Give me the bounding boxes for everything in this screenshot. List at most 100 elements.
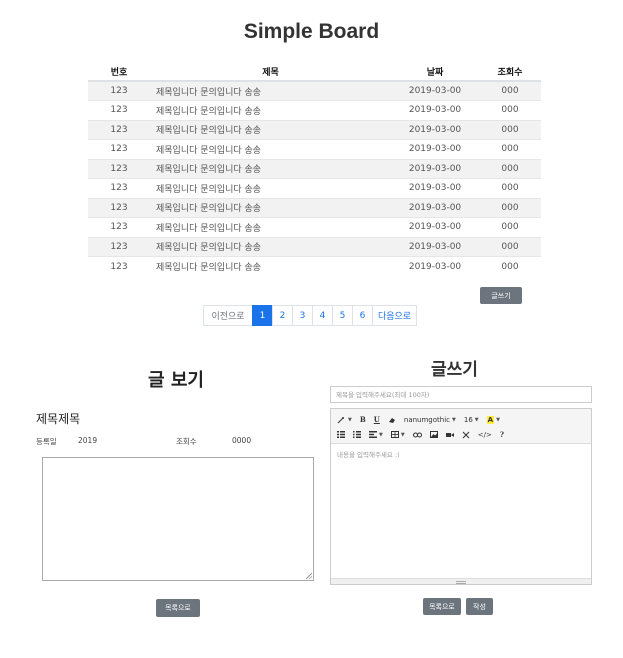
resize-grip-icon[interactable]	[306, 573, 312, 579]
help-icon: ?	[499, 430, 504, 439]
cell-no: 123	[88, 236, 150, 257]
next-page-button[interactable]: 다음으로	[372, 305, 417, 326]
editor-toolbar: ▼ B U nanumgothic ▼ 16 ▼ A ▼ ▼ ▼ </> ?	[331, 409, 591, 444]
unordered-list-button[interactable]	[337, 431, 345, 438]
paragraph-align-dropdown[interactable]: ▼	[369, 431, 383, 438]
code-view-icon: </>	[477, 430, 492, 439]
cell-title[interactable]: 제목입니다 문의입니다 송송	[150, 80, 391, 101]
font-size-label: 16	[463, 415, 473, 424]
cell-title[interactable]: 제목입니다 문의입니다 송송	[150, 100, 391, 120]
cell-date: 2019-03-00	[391, 236, 479, 257]
prev-page-button[interactable]: 이전으로	[203, 305, 253, 326]
views-value: 0000	[232, 436, 252, 445]
write-heading: 글쓰기	[431, 360, 478, 380]
cell-title[interactable]: 제목입니다 문의입니다 송송	[150, 178, 391, 198]
subject-input[interactable]	[330, 386, 592, 403]
table-row[interactable]: 123 제목입니다 문의입니다 송송 2019-03-00 000	[88, 100, 541, 120]
column-header-views: 조회수	[479, 62, 541, 82]
write-back-to-list-button[interactable]: 목록으로	[423, 598, 461, 615]
cell-date: 2019-03-00	[391, 158, 479, 179]
bold-button[interactable]: B	[360, 415, 366, 424]
table-row[interactable]: 123 제목입니다 문의입니다 송송 2019-03-00 000	[88, 217, 541, 237]
submit-post-button[interactable]: 작성	[466, 598, 493, 615]
cell-no: 123	[88, 100, 150, 120]
highlight-color-button[interactable]: A ▼	[486, 415, 500, 424]
post-subject: 제목제목	[36, 412, 81, 426]
cell-title[interactable]: 제목입니다 문의입니다 송송	[150, 236, 391, 257]
editor-resize-bar[interactable]	[331, 578, 591, 584]
link-icon	[412, 432, 422, 437]
post-content-textarea[interactable]	[42, 457, 314, 581]
page-button-3[interactable]: 3	[292, 305, 313, 326]
image-icon	[429, 431, 438, 438]
page-button-6[interactable]: 6	[352, 305, 373, 326]
cell-no: 123	[88, 178, 150, 198]
table-row[interactable]: 123 제목입니다 문의입니다 송송 2019-03-00 000	[88, 119, 541, 140]
table-row[interactable]: 123 제목입니다 문의입니다 송송 2019-03-00 000	[88, 139, 541, 159]
insert-link-button[interactable]	[412, 432, 422, 438]
cell-date: 2019-03-00	[391, 197, 479, 218]
cell-title[interactable]: 제목입니다 문의입니다 송송	[150, 256, 391, 276]
cell-no: 123	[88, 139, 150, 159]
help-button[interactable]: ?	[500, 430, 504, 439]
date-value: 2019	[78, 436, 98, 445]
view-heading: 글 보기	[148, 370, 204, 391]
back-to-list-button[interactable]: 목록으로	[156, 599, 200, 617]
ordered-list-button[interactable]	[353, 431, 361, 438]
table-row[interactable]: 123 제목입니다 문의입니다 송송 2019-03-00 000	[88, 197, 541, 218]
cell-views: 000	[479, 80, 541, 101]
board-title: Simple Board	[243, 20, 380, 43]
cell-date: 2019-03-00	[391, 178, 479, 198]
table-row[interactable]: 123 제목입니다 문의입니다 송송 2019-03-00 000	[88, 80, 541, 101]
cell-title[interactable]: 제목입니다 문의입니다 송송	[150, 217, 391, 237]
font-size-dropdown[interactable]: 16 ▼	[464, 416, 479, 424]
font-name-dropdown[interactable]: nanumgothic ▼	[404, 416, 456, 424]
cell-views: 000	[479, 119, 541, 140]
underline-icon: U	[373, 415, 380, 424]
cell-date: 2019-03-00	[391, 100, 479, 120]
highlight-icon: A	[486, 415, 495, 424]
underline-button[interactable]: U	[374, 415, 380, 424]
cell-date: 2019-03-00	[391, 80, 479, 101]
cell-title[interactable]: 제목입니다 문의입니다 송송	[150, 158, 391, 179]
code-view-button[interactable]: </>	[478, 431, 492, 439]
cell-date: 2019-03-00	[391, 139, 479, 159]
pagination: 이전으로 1 2 3 4 5 6 다음으로	[203, 305, 417, 326]
table-row[interactable]: 123 제목입니다 문의입니다 송송 2019-03-00 000	[88, 178, 541, 198]
page-button-2[interactable]: 2	[272, 305, 293, 326]
cell-views: 000	[479, 217, 541, 237]
insert-image-button[interactable]	[429, 431, 438, 438]
post-meta: 등록일 2019 조회수 0000	[36, 436, 318, 448]
font-name-label: nanumgothic	[403, 415, 451, 424]
cell-views: 000	[479, 178, 541, 198]
cell-views: 000	[479, 100, 541, 120]
insert-video-button[interactable]	[445, 432, 454, 438]
cell-title[interactable]: 제목입니다 문의입니다 송송	[150, 197, 391, 218]
page-button-5[interactable]: 5	[332, 305, 353, 326]
table-header-row: 번호 제목 날짜 조회수	[88, 62, 541, 82]
cell-views: 000	[479, 139, 541, 159]
cell-no: 123	[88, 119, 150, 140]
cell-no: 123	[88, 217, 150, 237]
column-header-title: 제목	[150, 62, 391, 82]
rich-text-editor: ▼ B U nanumgothic ▼ 16 ▼ A ▼ ▼ ▼ </> ? 내…	[330, 408, 592, 585]
table-dropdown[interactable]: ▼	[390, 431, 405, 438]
cell-no: 123	[88, 80, 150, 101]
cell-date: 2019-03-00	[391, 217, 479, 237]
editor-placeholder[interactable]: 내용을 입력해주세요 :)	[337, 449, 400, 459]
style-dropdown[interactable]: ▼	[337, 416, 352, 424]
table-row[interactable]: 123 제목입니다 문의입니다 송송 2019-03-00 000	[88, 256, 541, 276]
cell-title[interactable]: 제목입니다 문의입니다 송송	[150, 119, 391, 140]
cell-no: 123	[88, 158, 150, 179]
board-table: 번호 제목 날짜 조회수 123 제목입니다 문의입니다 송송 2019-03-…	[88, 62, 541, 276]
page-button-4[interactable]: 4	[312, 305, 333, 326]
write-post-button[interactable]: 글쓰기	[480, 287, 522, 304]
video-icon	[445, 432, 454, 437]
table-row[interactable]: 123 제목입니다 문의입니다 송송 2019-03-00 000	[88, 158, 541, 179]
table-icon	[390, 431, 399, 438]
cell-title[interactable]: 제목입니다 문의입니다 송송	[150, 139, 391, 159]
fullscreen-button[interactable]	[462, 431, 470, 439]
eraser-button[interactable]	[388, 416, 396, 424]
table-row[interactable]: 123 제목입니다 문의입니다 송송 2019-03-00 000	[88, 236, 541, 257]
page-button-1[interactable]: 1	[252, 305, 273, 326]
